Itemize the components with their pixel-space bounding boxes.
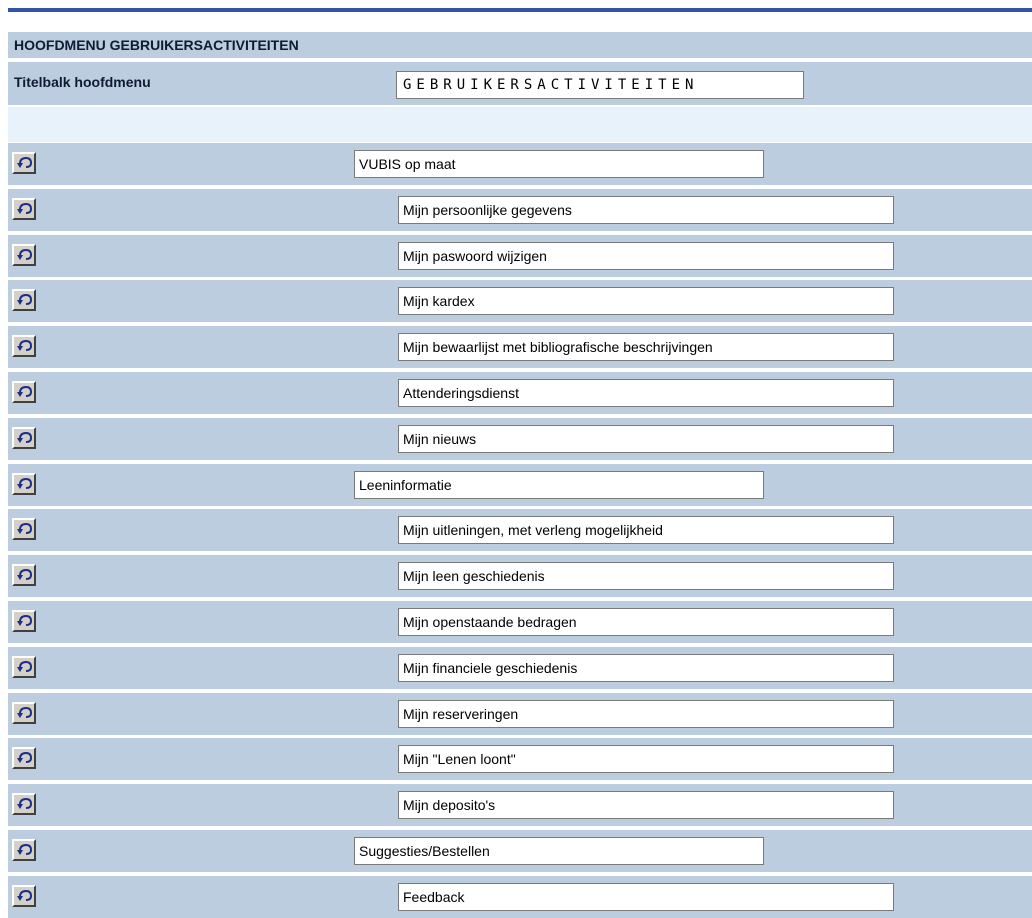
undo-button[interactable]	[12, 610, 36, 632]
menu-row	[8, 876, 1032, 918]
menu-item-input[interactable]	[398, 516, 894, 544]
undo-button[interactable]	[12, 793, 36, 815]
undo-button[interactable]	[12, 702, 36, 724]
menu-item-input[interactable]	[398, 333, 894, 361]
undo-arrow-icon	[17, 797, 33, 809]
undo-button[interactable]	[12, 289, 36, 311]
menu-item-input[interactable]	[398, 196, 894, 224]
undo-arrow-icon	[17, 477, 33, 489]
undo-button[interactable]	[12, 381, 36, 403]
menu-row	[8, 464, 1032, 506]
top-rule	[8, 8, 1032, 12]
undo-button[interactable]	[12, 198, 36, 220]
menu-row	[8, 235, 1032, 277]
menu-item-input[interactable]	[398, 425, 894, 453]
undo-arrow-icon	[17, 248, 33, 260]
undo-arrow-icon	[17, 202, 33, 214]
menu-row	[8, 280, 1032, 322]
menu-item-input[interactable]	[398, 883, 894, 911]
menu-row	[8, 693, 1032, 735]
menu-item-input[interactable]	[398, 608, 894, 636]
undo-arrow-icon	[17, 293, 33, 305]
undo-arrow-icon	[17, 614, 33, 626]
menu-row	[8, 509, 1032, 551]
undo-arrow-icon	[17, 156, 33, 168]
menu-row	[8, 830, 1032, 872]
titlebar-label: Titelbalk hoofdmenu	[14, 74, 151, 90]
menu-row	[8, 143, 1032, 185]
page-title: HOOFDMENU GEBRUIKERSACTIVITEITEN	[8, 32, 1032, 58]
undo-arrow-icon	[17, 706, 33, 718]
menu-item-input[interactable]	[354, 837, 764, 865]
undo-arrow-icon	[17, 522, 33, 534]
menu-item-input[interactable]	[398, 242, 894, 270]
menu-row	[8, 738, 1032, 780]
undo-button[interactable]	[12, 473, 36, 495]
undo-arrow-icon	[17, 660, 33, 672]
menu-row	[8, 647, 1032, 689]
menu-item-input[interactable]	[398, 745, 894, 773]
undo-arrow-icon	[17, 385, 33, 397]
undo-button[interactable]	[12, 152, 36, 174]
menu-item-input[interactable]	[398, 562, 894, 590]
undo-arrow-icon	[17, 568, 33, 580]
spacer-row	[8, 107, 1032, 142]
menu-item-input[interactable]	[354, 150, 764, 178]
undo-arrow-icon	[17, 339, 33, 351]
menu-row	[8, 326, 1032, 368]
undo-button[interactable]	[12, 564, 36, 586]
menu-item-input[interactable]	[398, 654, 894, 682]
titlebar-row: Titelbalk hoofdmenu	[8, 62, 1032, 105]
menu-row	[8, 418, 1032, 460]
undo-button[interactable]	[12, 885, 36, 907]
undo-button[interactable]	[12, 656, 36, 678]
menu-row	[8, 784, 1032, 826]
undo-button[interactable]	[12, 244, 36, 266]
menu-row	[8, 189, 1032, 231]
menu-item-input[interactable]	[398, 379, 894, 407]
menu-item-input[interactable]	[354, 471, 764, 499]
menu-item-input[interactable]	[398, 287, 894, 315]
undo-arrow-icon	[17, 431, 33, 443]
menu-item-input[interactable]	[398, 791, 894, 819]
menu-item-input[interactable]	[398, 700, 894, 728]
menu-row	[8, 555, 1032, 597]
undo-button[interactable]	[12, 335, 36, 357]
titlebar-input[interactable]	[396, 71, 804, 99]
undo-arrow-icon	[17, 889, 33, 901]
undo-button[interactable]	[12, 839, 36, 861]
undo-button[interactable]	[12, 747, 36, 769]
undo-button[interactable]	[12, 427, 36, 449]
menu-row	[8, 601, 1032, 643]
undo-button[interactable]	[12, 518, 36, 540]
menu-row	[8, 372, 1032, 414]
undo-arrow-icon	[17, 843, 33, 855]
undo-arrow-icon	[17, 751, 33, 763]
